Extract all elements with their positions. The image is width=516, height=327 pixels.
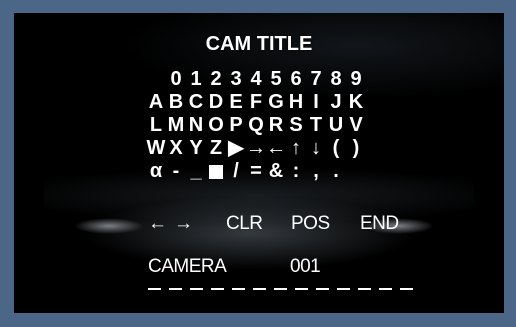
character-key[interactable]: . [326, 160, 346, 182]
character-key[interactable]: 1 [186, 68, 206, 90]
character-key[interactable]: L [146, 114, 166, 136]
character-row: LMNOPQRSTUV [146, 114, 366, 136]
character-key[interactable]: 4 [246, 68, 266, 90]
osd-frame: CAM TITLE 0123456789ABCDEFGHIJKLMNOPQRST… [0, 0, 516, 327]
character-key[interactable]: = [246, 160, 266, 182]
title-char-slot [232, 288, 245, 290]
character-key[interactable]: G [266, 91, 286, 113]
character-key[interactable]: U [326, 114, 346, 136]
character-key[interactable]: B [166, 91, 186, 113]
title-char-slot [274, 288, 287, 290]
character-key[interactable]: ↑ [286, 137, 306, 159]
character-key[interactable]: : [286, 160, 306, 182]
position-button[interactable]: POS [291, 213, 330, 235]
character-key[interactable] [206, 160, 226, 182]
character-key[interactable]: 9 [346, 68, 366, 90]
character-key[interactable]: E [226, 91, 246, 113]
character-key[interactable]: _ [186, 160, 206, 182]
character-key[interactable]: 3 [226, 68, 246, 90]
end-button[interactable]: END [360, 213, 399, 235]
character-key[interactable]: Y [186, 137, 206, 159]
cursor-left-button[interactable]: ← [148, 213, 167, 235]
menu-title: CAM TITLE [205, 33, 313, 55]
character-key[interactable]: F [246, 91, 266, 113]
character-row: α - _ / = &:,. [146, 160, 346, 182]
title-char-slot [379, 288, 392, 290]
title-char-slot [253, 288, 266, 290]
character-key[interactable]: Q [246, 114, 266, 136]
character-key[interactable]: K [346, 91, 366, 113]
title-input-field[interactable] [148, 288, 421, 290]
character-key[interactable]: α [146, 160, 166, 182]
character-key[interactable]: J [326, 91, 346, 113]
character-key[interactable]: W [146, 137, 166, 159]
car-headlight-left [74, 218, 144, 234]
character-key[interactable]: , [306, 160, 326, 182]
character-key[interactable]: & [266, 160, 286, 182]
title-char-slot [169, 288, 182, 290]
character-key[interactable]: M [166, 114, 186, 136]
character-key[interactable]: 0 [166, 68, 186, 90]
character-key[interactable]: S [286, 114, 306, 136]
title-char-slot [211, 288, 224, 290]
character-key[interactable]: ) [346, 137, 366, 159]
character-key[interactable]: 2 [206, 68, 226, 90]
character-key[interactable]: T [306, 114, 326, 136]
character-row: ABCDEFGHIJK [146, 91, 366, 113]
character-key[interactable]: H [286, 91, 306, 113]
character-key[interactable] [146, 68, 166, 90]
character-key[interactable]: N [186, 114, 206, 136]
character-row: W X Y Z ▶ → ← ↑ ↓() [146, 137, 366, 159]
camera-name-label: CAMERA [148, 256, 227, 277]
character-key[interactable]: 5 [266, 68, 286, 90]
character-key[interactable]: → [246, 137, 266, 159]
character-key[interactable]: X [166, 137, 186, 159]
title-char-slot [400, 288, 413, 290]
camera-number-value: 001 [290, 256, 321, 277]
character-key[interactable]: V [346, 114, 366, 136]
selection-block-icon [209, 164, 223, 179]
title-char-slot [337, 288, 350, 290]
character-key[interactable]: 6 [286, 68, 306, 90]
character-key[interactable]: R [266, 114, 286, 136]
title-char-slot [190, 288, 203, 290]
character-key[interactable]: ← [266, 137, 286, 159]
character-key[interactable]: 8 [326, 68, 346, 90]
character-row: 0123456789 [146, 68, 366, 90]
camera-screen: CAM TITLE 0123456789ABCDEFGHIJKLMNOPQRST… [14, 13, 504, 313]
character-key[interactable]: A [146, 91, 166, 113]
character-key[interactable]: - [166, 160, 186, 182]
character-key[interactable]: ( [326, 137, 346, 159]
character-key[interactable]: I [306, 91, 326, 113]
character-key[interactable]: Z [206, 137, 226, 159]
character-key[interactable]: ▶ [226, 137, 246, 159]
character-key[interactable]: C [186, 91, 206, 113]
cursor-right-button[interactable]: → [174, 213, 193, 235]
title-char-slot [148, 288, 161, 290]
character-key[interactable]: D [206, 91, 226, 113]
clear-button[interactable]: CLR [226, 213, 263, 235]
title-char-slot [316, 288, 329, 290]
character-key[interactable]: 7 [306, 68, 326, 90]
character-key[interactable]: / [226, 160, 246, 182]
character-key[interactable]: O [206, 114, 226, 136]
character-key[interactable]: ↓ [306, 137, 326, 159]
title-char-slot [295, 288, 308, 290]
title-char-slot [358, 288, 371, 290]
character-key[interactable]: P [226, 114, 246, 136]
